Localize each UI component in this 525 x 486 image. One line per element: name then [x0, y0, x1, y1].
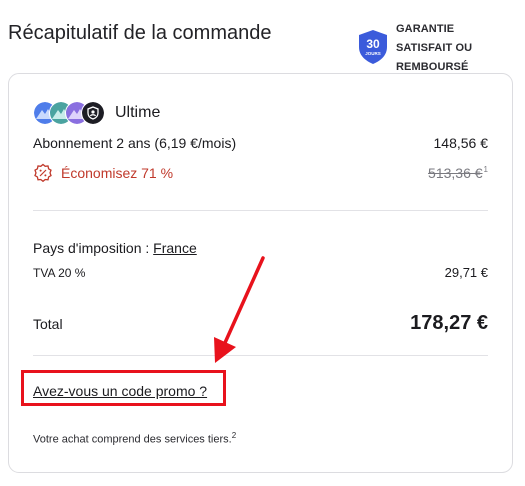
savings-label: Économisez 71 %	[61, 165, 174, 181]
original-price-value: 513,36 €	[428, 165, 483, 181]
divider	[33, 210, 488, 211]
third-party-footnote: 2	[231, 431, 237, 440]
guarantee-line2: SATISFAIT OU	[396, 42, 473, 54]
plan-row: Ultime	[33, 101, 160, 125]
vat-label: TVA 20 %	[33, 265, 86, 280]
guarantee-line1: GARANTIE	[396, 23, 455, 35]
tax-country-group: Pays d'imposition : France	[33, 240, 197, 256]
total-row: Total 178,27 €	[33, 312, 488, 335]
total-amount: 178,27 €	[410, 312, 488, 334]
total-label: Total	[33, 315, 63, 332]
tax-country-row: Pays d'imposition : France	[33, 240, 488, 256]
guarantee-text: GARANTIE SATISFAIT OU REMBOURSÉ	[396, 20, 506, 77]
tax-country-label: Pays d'imposition :	[33, 240, 150, 256]
subscription-label: Abonnement 2 ans (6,19 €/mois)	[33, 135, 237, 151]
savings-label-group: Économisez 71 %	[33, 163, 173, 183]
tax-country-link[interactable]: France	[153, 240, 197, 256]
pass-shield-icon	[81, 101, 105, 125]
vat-row: TVA 20 % 29,71 €	[33, 265, 488, 280]
savings-row: Économisez 71 % 513,36 €1	[33, 163, 488, 183]
subscription-price: 148,56 €	[433, 135, 489, 151]
divider	[33, 355, 488, 356]
original-price: 513,36 €1	[428, 165, 488, 181]
vat-amount: 29,71 €	[444, 265, 488, 280]
order-summary-card: Ultime Abonnement 2 ans (6,19 €/mois) 14…	[8, 73, 513, 473]
guarantee-shield-icon: 30 JOURS	[359, 30, 387, 64]
guarantee-days: 30	[366, 37, 380, 51]
promo-code-link[interactable]: Avez-vous un code promo ?	[33, 383, 207, 399]
subscription-row: Abonnement 2 ans (6,19 €/mois) 148,56 €	[33, 135, 488, 151]
third-party-note: Votre achat comprend des services tiers.…	[33, 431, 236, 446]
plan-name: Ultime	[115, 104, 161, 121]
plan-icons	[33, 101, 105, 125]
discount-badge-icon	[34, 163, 52, 183]
third-party-note-text: Votre achat comprend des services tiers.	[33, 433, 232, 446]
savings-footnote: 1	[483, 165, 488, 175]
page-title: Récapitulatif de la commande	[8, 22, 272, 44]
guarantee-block: 30 JOURS GARANTIE SATISFAIT OU REMBOURSÉ	[357, 20, 506, 77]
guarantee-unit: JOURS	[365, 51, 381, 56]
